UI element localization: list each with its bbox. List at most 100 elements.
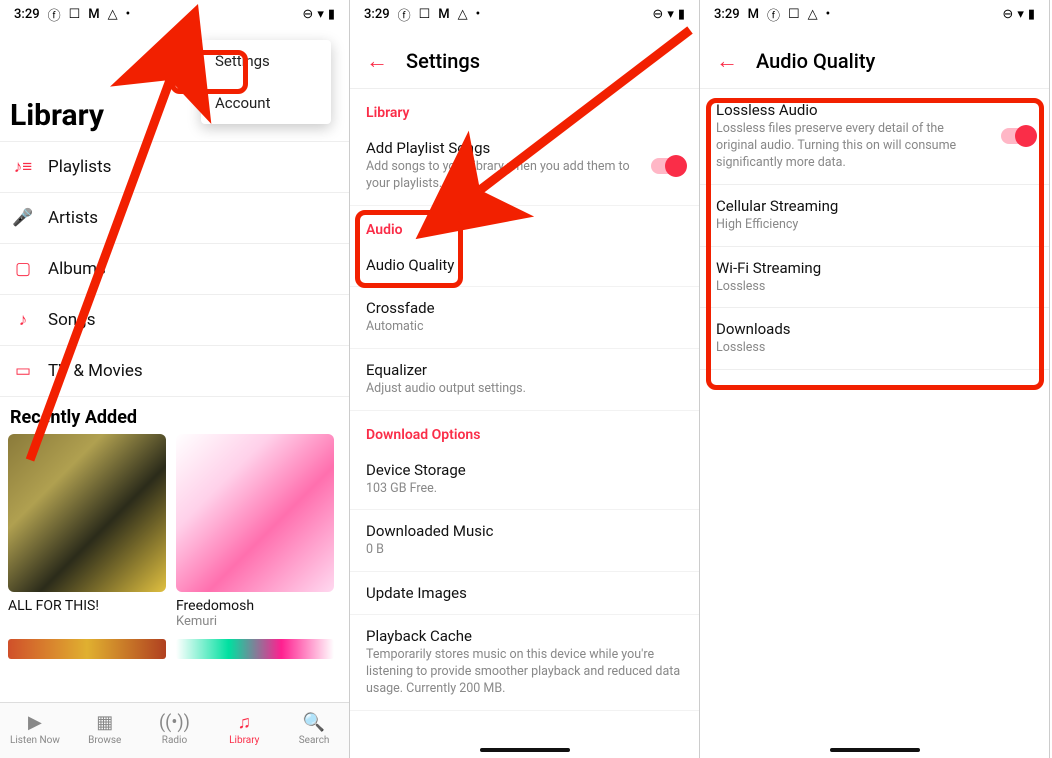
library-songs[interactable]: ♪ Songs: [0, 295, 349, 346]
setting-equalizer[interactable]: Equalizer Adjust audio output settings.: [350, 349, 699, 411]
setting-subtitle: 103 GB Free.: [366, 481, 683, 498]
nav-indicator: [480, 748, 570, 752]
setting-title: Playback Cache: [366, 627, 683, 645]
album-item[interactable]: ALL FOR THIS!: [8, 434, 166, 629]
playlist-icon: ♪≡: [12, 156, 34, 178]
battery-icon: ▮: [328, 7, 335, 22]
setting-add-playlist-songs[interactable]: Add Playlist Songs Add songs to your lib…: [350, 127, 699, 206]
dot-icon: •: [826, 7, 831, 22]
battery-icon: ▮: [1028, 7, 1035, 22]
section-download: Download Options: [350, 411, 699, 449]
setting-crossfade[interactable]: Crossfade Automatic: [350, 287, 699, 349]
library-item-label: Artists: [48, 208, 98, 228]
album-artist: Kemuri: [176, 614, 334, 629]
setting-lossless-audio[interactable]: Lossless Audio Lossless files preserve e…: [700, 89, 1049, 185]
setting-subtitle: Automatic: [366, 319, 683, 336]
page-title: Audio Quality: [756, 49, 875, 73]
overscan-icon: ☐: [419, 7, 431, 22]
setting-subtitle: Lossless: [716, 279, 1033, 296]
setting-title: Update Images: [366, 584, 683, 602]
album-peek[interactable]: [176, 639, 334, 659]
setting-update-images[interactable]: Update Images: [350, 572, 699, 615]
section-audio: Audio: [350, 206, 699, 244]
facebook-icon: ⓕ: [48, 5, 61, 24]
gmail-icon: M: [88, 7, 99, 22]
setting-cellular-streaming[interactable]: Cellular Streaming High Efficiency: [700, 185, 1049, 247]
tab-browse[interactable]: ▦ Browse: [70, 712, 140, 746]
tab-search[interactable]: 🔍 Search: [279, 712, 349, 746]
album-title: Freedomosh: [176, 598, 334, 614]
page-title: Settings: [406, 49, 480, 73]
wifi-icon: ▾: [1017, 7, 1024, 22]
play-circle-icon: ▶: [28, 712, 42, 733]
setting-title: Lossless Audio: [716, 101, 987, 119]
status-bar: 3:29 ⓕ ☐ M △ • ⊖ ▾ ▮: [350, 0, 699, 28]
battery-icon: ▮: [678, 7, 685, 22]
setting-title: Downloaded Music: [366, 522, 683, 540]
library-item-label: TV & Movies: [48, 361, 143, 381]
setting-title: Downloads: [716, 320, 1033, 338]
album-title: ALL FOR THIS!: [8, 598, 166, 614]
section-library: Library: [350, 89, 699, 127]
toggle-switch[interactable]: [1001, 128, 1033, 144]
do-not-disturb-icon: ⊖: [1002, 7, 1013, 22]
tab-listen-now[interactable]: ▶ Listen Now: [0, 712, 70, 746]
overscan-icon: ☐: [788, 7, 800, 22]
toggle-switch[interactable]: [651, 158, 683, 174]
back-arrow-icon[interactable]: ←: [716, 48, 738, 74]
overflow-popup: Settings Account: [201, 40, 331, 124]
popup-account[interactable]: Account: [201, 82, 331, 124]
radio-icon: ((•)): [159, 712, 190, 733]
recently-added-title: Recently Added: [0, 397, 349, 434]
tab-label: Library: [229, 735, 259, 746]
note-icon: ♪: [12, 309, 34, 331]
drive-icon: △: [458, 7, 468, 22]
tab-radio[interactable]: ((•)) Radio: [140, 712, 210, 746]
album-icon: ▢: [12, 258, 34, 280]
status-time: 3:29: [14, 7, 40, 22]
library-artists[interactable]: 🎤 Artists: [0, 193, 349, 244]
setting-subtitle: Add songs to your library when you add t…: [366, 159, 637, 193]
wifi-icon: ▾: [667, 7, 674, 22]
status-time: 3:29: [714, 7, 740, 22]
setting-subtitle: 0 B: [366, 542, 683, 559]
setting-playback-cache[interactable]: Playback Cache Temporarily stores music …: [350, 615, 699, 711]
setting-title: Add Playlist Songs: [366, 139, 637, 157]
status-time: 3:29: [364, 7, 390, 22]
search-icon: 🔍: [303, 712, 325, 733]
gmail-icon: M: [438, 7, 449, 22]
album-art: [176, 434, 334, 592]
setting-title: Wi-Fi Streaming: [716, 259, 1033, 277]
library-item-label: Albums: [48, 259, 106, 279]
tv-icon: ▭: [12, 360, 34, 382]
setting-subtitle: Adjust audio output settings.: [366, 381, 683, 398]
setting-title: Device Storage: [366, 461, 683, 479]
setting-device-storage[interactable]: Device Storage 103 GB Free.: [350, 449, 699, 511]
tab-bar: ▶ Listen Now ▦ Browse ((•)) Radio ♫ Libr…: [0, 702, 349, 758]
album-item[interactable]: Freedomosh Kemuri: [176, 434, 334, 629]
setting-subtitle: Temporarily stores music on this device …: [366, 647, 683, 698]
library-albums[interactable]: ▢ Albums: [0, 244, 349, 295]
tab-library[interactable]: ♫ Library: [209, 712, 279, 746]
facebook-icon: ⓕ: [398, 5, 411, 24]
setting-downloads[interactable]: Downloads Lossless: [700, 308, 1049, 370]
tab-label: Listen Now: [10, 735, 60, 746]
popup-settings[interactable]: Settings: [201, 40, 331, 82]
setting-downloaded-music[interactable]: Downloaded Music 0 B: [350, 510, 699, 572]
drive-icon: △: [808, 7, 818, 22]
gmail-icon: M: [748, 7, 759, 22]
wifi-icon: ▾: [317, 7, 324, 22]
facebook-icon: ⓕ: [767, 5, 780, 24]
library-playlists[interactable]: ♪≡ Playlists: [0, 142, 349, 193]
settings-header: ← Settings: [350, 28, 699, 89]
setting-audio-quality[interactable]: Audio Quality: [350, 244, 699, 287]
library-tv-movies[interactable]: ▭ TV & Movies: [0, 346, 349, 397]
album-peek[interactable]: [8, 639, 166, 659]
overscan-icon: ☐: [69, 7, 81, 22]
setting-wifi-streaming[interactable]: Wi-Fi Streaming Lossless: [700, 247, 1049, 309]
album-art: [8, 434, 166, 592]
setting-title: Cellular Streaming: [716, 197, 1033, 215]
microphone-icon: 🎤: [12, 207, 34, 229]
back-arrow-icon[interactable]: ←: [366, 48, 388, 74]
setting-title: Audio Quality: [366, 256, 683, 274]
